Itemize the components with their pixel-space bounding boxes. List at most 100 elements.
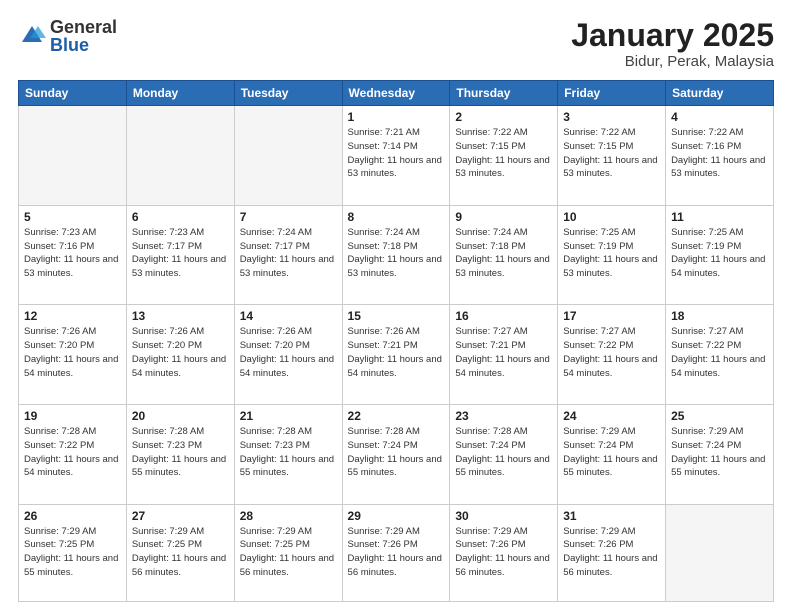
- day-info: Sunrise: 7:25 AMSunset: 7:19 PMDaylight:…: [563, 226, 660, 281]
- day-number: 1: [348, 110, 445, 124]
- calendar-cell: 14Sunrise: 7:26 AMSunset: 7:20 PMDayligh…: [234, 305, 342, 405]
- calendar-cell: 23 Sunrise: 7:28 AMSunset: 7:24 PMDayligh…: [450, 405, 558, 505]
- day-info: Sunrise: 7:27 AMSunset: 7:22 PMDaylight:…: [563, 325, 660, 380]
- calendar-cell: 10 Sunrise: 7:25 AMSunset: 7:19 PMDayligh…: [558, 205, 666, 305]
- day-info: Sunrise: 7:25 AMSunset: 7:19 PMDaylight:…: [671, 226, 768, 281]
- day-number: 30: [455, 509, 552, 523]
- page: General Blue January 2025 Bidur, Perak, …: [0, 0, 792, 612]
- calendar-cell: 4 Sunrise: 7:22 AMSunset: 7:16 PMDaylight…: [666, 106, 774, 206]
- day-info: Sunrise: 7:29 AMSunset: 7:26 PMDaylight:…: [563, 525, 660, 580]
- header: General Blue January 2025 Bidur, Perak, …: [18, 18, 774, 70]
- day-info: Sunrise: 7:22 AMSunset: 7:16 PMDaylight:…: [671, 126, 768, 181]
- day-info: Sunrise: 7:29 AMSunset: 7:25 PMDaylight:…: [240, 525, 337, 580]
- day-number: 15: [348, 309, 445, 323]
- weekday-header: Sunday: [19, 81, 127, 106]
- calendar-cell: [666, 504, 774, 601]
- day-number: 3: [563, 110, 660, 124]
- title-block: January 2025 Bidur, Perak, Malaysia: [571, 18, 774, 70]
- calendar-cell: 6Sunrise: 7:23 AMSunset: 7:17 PMDaylight…: [126, 205, 234, 305]
- day-number: 12: [24, 309, 121, 323]
- day-number: 13: [132, 309, 229, 323]
- calendar-cell: 31 Sunrise: 7:29 AMSunset: 7:26 PMDayligh…: [558, 504, 666, 601]
- logo: General Blue: [18, 18, 117, 54]
- day-number: 21: [240, 409, 337, 423]
- day-info: Sunrise: 7:28 AMSunset: 7:24 PMDaylight:…: [348, 425, 445, 480]
- calendar-cell: 21 Sunrise: 7:28 AMSunset: 7:23 PMDayligh…: [234, 405, 342, 505]
- weekday-header: Tuesday: [234, 81, 342, 106]
- day-info: Sunrise: 7:27 AMSunset: 7:22 PMDaylight:…: [671, 325, 768, 380]
- day-info: Sunrise: 7:22 AMSunset: 7:15 PMDaylight:…: [563, 126, 660, 181]
- day-info: Sunrise: 7:29 AMSunset: 7:26 PMDaylight:…: [455, 525, 552, 580]
- calendar-cell: 7Sunrise: 7:24 AMSunset: 7:17 PMDaylight…: [234, 205, 342, 305]
- calendar-cell: 17Sunrise: 7:27 AMSunset: 7:22 PMDayligh…: [558, 305, 666, 405]
- day-number: 11: [671, 210, 768, 224]
- calendar-table: SundayMondayTuesdayWednesdayThursdayFrid…: [18, 80, 774, 602]
- calendar-cell: 29 Sunrise: 7:29 AMSunset: 7:26 PMDayligh…: [342, 504, 450, 601]
- day-number: 23: [455, 409, 552, 423]
- day-number: 2: [455, 110, 552, 124]
- calendar-week-row: 19 Sunrise: 7:28 AMSunset: 7:22 PMDayligh…: [19, 405, 774, 505]
- day-info: Sunrise: 7:26 AMSunset: 7:20 PMDaylight:…: [240, 325, 337, 380]
- weekday-header: Saturday: [666, 81, 774, 106]
- day-info: Sunrise: 7:28 AMSunset: 7:22 PMDaylight:…: [24, 425, 121, 480]
- calendar-cell: 15 Sunrise: 7:26 AMSunset: 7:21 PMDayligh…: [342, 305, 450, 405]
- calendar-cell: 3 Sunrise: 7:22 AMSunset: 7:15 PMDaylight…: [558, 106, 666, 206]
- calendar-week-row: 12 Sunrise: 7:26 AMSunset: 7:20 PMDayligh…: [19, 305, 774, 405]
- day-info: Sunrise: 7:29 AMSunset: 7:25 PMDaylight:…: [24, 525, 121, 580]
- day-info: Sunrise: 7:29 AMSunset: 7:24 PMDaylight:…: [671, 425, 768, 480]
- calendar-cell: 28 Sunrise: 7:29 AMSunset: 7:25 PMDayligh…: [234, 504, 342, 601]
- calendar-cell: 5Sunrise: 7:23 AMSunset: 7:16 PMDaylight…: [19, 205, 127, 305]
- calendar-cell: 30 Sunrise: 7:29 AMSunset: 7:26 PMDayligh…: [450, 504, 558, 601]
- day-number: 31: [563, 509, 660, 523]
- calendar-cell: 26 Sunrise: 7:29 AMSunset: 7:25 PMDayligh…: [19, 504, 127, 601]
- day-number: 19: [24, 409, 121, 423]
- day-number: 29: [348, 509, 445, 523]
- day-info: Sunrise: 7:22 AMSunset: 7:15 PMDaylight:…: [455, 126, 552, 181]
- calendar-week-row: 26 Sunrise: 7:29 AMSunset: 7:25 PMDayligh…: [19, 504, 774, 601]
- day-info: Sunrise: 7:29 AMSunset: 7:25 PMDaylight:…: [132, 525, 229, 580]
- calendar-week-row: 1 Sunrise: 7:21 AMSunset: 7:14 PMDaylight…: [19, 106, 774, 206]
- calendar-cell: 1 Sunrise: 7:21 AMSunset: 7:14 PMDaylight…: [342, 106, 450, 206]
- day-number: 16: [455, 309, 552, 323]
- day-info: Sunrise: 7:27 AMSunset: 7:21 PMDaylight:…: [455, 325, 552, 380]
- calendar-cell: 19 Sunrise: 7:28 AMSunset: 7:22 PMDayligh…: [19, 405, 127, 505]
- day-info: Sunrise: 7:26 AMSunset: 7:20 PMDaylight:…: [24, 325, 121, 380]
- calendar-cell: [19, 106, 127, 206]
- calendar-cell: [126, 106, 234, 206]
- calendar-cell: 8 Sunrise: 7:24 AMSunset: 7:18 PMDaylight…: [342, 205, 450, 305]
- logo-blue: Blue: [50, 36, 117, 54]
- day-info: Sunrise: 7:29 AMSunset: 7:24 PMDaylight:…: [563, 425, 660, 480]
- calendar-cell: 9Sunrise: 7:24 AMSunset: 7:18 PMDaylight…: [450, 205, 558, 305]
- logo-icon: [18, 22, 46, 50]
- day-info: Sunrise: 7:29 AMSunset: 7:26 PMDaylight:…: [348, 525, 445, 580]
- day-info: Sunrise: 7:26 AMSunset: 7:21 PMDaylight:…: [348, 325, 445, 380]
- day-number: 10: [563, 210, 660, 224]
- day-number: 26: [24, 509, 121, 523]
- day-number: 27: [132, 509, 229, 523]
- day-info: Sunrise: 7:24 AMSunset: 7:17 PMDaylight:…: [240, 226, 337, 281]
- calendar-cell: 16 Sunrise: 7:27 AMSunset: 7:21 PMDayligh…: [450, 305, 558, 405]
- calendar-cell: 11 Sunrise: 7:25 AMSunset: 7:19 PMDayligh…: [666, 205, 774, 305]
- calendar-cell: 13 Sunrise: 7:26 AMSunset: 7:20 PMDayligh…: [126, 305, 234, 405]
- day-info: Sunrise: 7:23 AMSunset: 7:17 PMDaylight:…: [132, 226, 229, 281]
- weekday-header: Friday: [558, 81, 666, 106]
- calendar-cell: 24Sunrise: 7:29 AMSunset: 7:24 PMDayligh…: [558, 405, 666, 505]
- calendar-week-row: 5Sunrise: 7:23 AMSunset: 7:16 PMDaylight…: [19, 205, 774, 305]
- day-number: 22: [348, 409, 445, 423]
- day-info: Sunrise: 7:24 AMSunset: 7:18 PMDaylight:…: [348, 226, 445, 281]
- day-number: 4: [671, 110, 768, 124]
- weekday-header: Monday: [126, 81, 234, 106]
- day-info: Sunrise: 7:28 AMSunset: 7:24 PMDaylight:…: [455, 425, 552, 480]
- day-info: Sunrise: 7:26 AMSunset: 7:20 PMDaylight:…: [132, 325, 229, 380]
- day-number: 18: [671, 309, 768, 323]
- logo-text: General Blue: [50, 18, 117, 54]
- day-number: 20: [132, 409, 229, 423]
- day-number: 9: [455, 210, 552, 224]
- logo-general: General: [50, 18, 117, 36]
- calendar-cell: 22 Sunrise: 7:28 AMSunset: 7:24 PMDayligh…: [342, 405, 450, 505]
- day-number: 8: [348, 210, 445, 224]
- calendar-cell: 18 Sunrise: 7:27 AMSunset: 7:22 PMDayligh…: [666, 305, 774, 405]
- day-info: Sunrise: 7:21 AMSunset: 7:14 PMDaylight:…: [348, 126, 445, 181]
- day-info: Sunrise: 7:28 AMSunset: 7:23 PMDaylight:…: [240, 425, 337, 480]
- day-number: 28: [240, 509, 337, 523]
